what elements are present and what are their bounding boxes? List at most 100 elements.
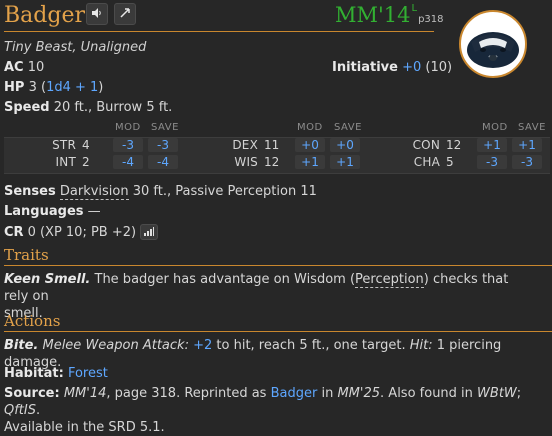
header-divider xyxy=(4,31,434,32)
source-also: . Also found in xyxy=(380,386,473,401)
actions-divider xyxy=(4,331,552,332)
source-code: MM'14 xyxy=(335,3,411,27)
source-book: MM'14 xyxy=(63,386,107,401)
speaker-icon xyxy=(91,7,103,22)
stat-save-roll[interactable]: +1 xyxy=(512,138,542,152)
reprint-book: MM'25 xyxy=(337,386,381,401)
speak-button[interactable] xyxy=(86,3,108,25)
stat-int: INT 2 -4 -4 xyxy=(4,155,186,172)
stat-value: 5 xyxy=(446,155,454,169)
creature-name: Badger xyxy=(4,3,85,28)
stat-name: CON xyxy=(412,138,440,152)
creature-portrait[interactable] xyxy=(459,10,527,78)
reprint-link[interactable]: Badger xyxy=(271,386,318,401)
stat-value: 11 xyxy=(264,138,280,152)
hp-dice-roll[interactable]: 1d4 + 1 xyxy=(46,80,98,95)
stat-name: WIS xyxy=(234,155,258,169)
attack-reach: to hit, reach 5 ft., one target. xyxy=(216,338,406,353)
stat-block-con-cha: CON 12 +1 +1 CHA 5 -3 -3 xyxy=(368,137,550,174)
actions-heading: Actions xyxy=(4,312,61,330)
initiative-roll[interactable]: +0 xyxy=(402,60,421,75)
qftis-book: QftIS xyxy=(4,403,36,418)
stat-value: 12 xyxy=(446,138,462,152)
mod-header-3: MOD xyxy=(482,122,508,133)
stat-con: CON 12 +1 +1 xyxy=(368,138,550,155)
ability-scores: STR 4 -3 -3 INT 2 -4 -4 DEX 11 +0 +0 WIS… xyxy=(4,137,552,174)
cr-label: CR xyxy=(4,224,24,240)
traits-divider xyxy=(4,265,552,266)
languages-label: Languages xyxy=(4,204,84,219)
habitat: Habitat: Forest xyxy=(4,366,108,381)
stat-mod-roll[interactable]: +1 xyxy=(295,155,325,169)
bar-chart-icon xyxy=(144,226,155,239)
source-page: p318 xyxy=(418,14,444,25)
srd-note: Available in the SRD 5.1. xyxy=(4,420,165,435)
share-icon xyxy=(119,7,131,22)
cr-value: 0 (XP 10; PB +2) xyxy=(27,224,137,240)
stat-str: STR 4 -3 -3 xyxy=(4,138,186,155)
stat-save-roll[interactable]: -3 xyxy=(148,138,178,152)
senses-label: Senses xyxy=(4,184,56,199)
ac-value: 10 xyxy=(27,60,45,75)
stat-value: 12 xyxy=(264,155,280,169)
darkvision-link[interactable]: Darkvision xyxy=(59,184,129,200)
stat-mod-roll[interactable]: -3 xyxy=(113,138,143,152)
stat-save-roll[interactable]: -4 xyxy=(148,155,178,169)
speed-label: Speed xyxy=(4,100,50,115)
to-hit-roll[interactable]: +2 xyxy=(193,338,212,353)
stat-wis: WIS 12 +1 +1 xyxy=(186,155,368,172)
hit-points: HP 3 (1d4 + 1) xyxy=(4,80,104,95)
traits-heading: Traits xyxy=(4,246,49,264)
cr-scaler-button[interactable] xyxy=(140,224,159,240)
senses: Senses Darkvision 30 ft., Passive Percep… xyxy=(4,184,317,200)
stat-dex: DEX 11 +0 +0 xyxy=(186,138,368,155)
hit-label: Hit: xyxy=(409,338,433,353)
wbtw-book: WBtW xyxy=(477,386,517,401)
stat-name: DEX xyxy=(232,138,258,152)
stat-mod-roll[interactable]: -3 xyxy=(477,155,507,169)
habitat-link[interactable]: Forest xyxy=(68,366,108,381)
type-line: Tiny Beast, Unaligned xyxy=(4,40,147,55)
source-sup: L xyxy=(411,3,418,14)
source-label: Source: xyxy=(4,386,60,401)
stat-mod-roll[interactable]: +1 xyxy=(477,138,507,152)
ac-label: AC xyxy=(4,60,24,75)
hp-label: HP xyxy=(4,80,25,95)
stat-value: 4 xyxy=(82,138,90,152)
attack-type: Melee Weapon Attack: xyxy=(42,338,189,353)
save-header-2: SAVE xyxy=(334,122,362,133)
languages: Languages — xyxy=(4,204,101,219)
source-end: . xyxy=(36,403,41,418)
stat-name: INT xyxy=(55,155,76,169)
perception-link[interactable]: Perception xyxy=(355,272,424,288)
stat-value: 2 xyxy=(82,155,90,169)
save-header-3: SAVE xyxy=(518,122,546,133)
stat-cha: CHA 5 -3 -3 xyxy=(368,155,550,172)
mod-header-1: MOD xyxy=(115,122,141,133)
stat-mod-roll[interactable]: -4 xyxy=(113,155,143,169)
source-tag[interactable]: MM'14Lp318 xyxy=(335,3,444,29)
stat-save-roll[interactable]: +0 xyxy=(330,138,360,152)
badger-portrait-image xyxy=(467,32,519,68)
initiative-paren: (10) xyxy=(425,60,453,75)
stat-block-dex-wis: DEX 11 +0 +0 WIS 12 +1 +1 xyxy=(186,137,368,174)
keen-smell-name: Keen Smell. xyxy=(4,272,91,287)
save-header-1: SAVE xyxy=(151,122,179,133)
stat-name: CHA xyxy=(413,155,440,169)
speed-value: 20 ft., Burrow 5 ft. xyxy=(53,100,173,115)
hp-value: 3 xyxy=(28,80,37,95)
source-page-text: , page 318. Reprinted as xyxy=(106,386,267,401)
languages-value: — xyxy=(87,204,101,219)
stat-mod-roll[interactable]: +0 xyxy=(295,138,325,152)
initiative: Initiative +0 (10) xyxy=(332,60,452,75)
stat-block-str-int: STR 4 -3 -3 INT 2 -4 -4 xyxy=(4,137,186,174)
challenge-rating: CR 0 (XP 10; PB +2) xyxy=(4,224,159,240)
habitat-label: Habitat: xyxy=(4,366,64,381)
share-button[interactable] xyxy=(114,3,136,25)
initiative-label: Initiative xyxy=(332,60,398,75)
stat-save-roll[interactable]: -3 xyxy=(512,155,542,169)
bite-name: Bite. xyxy=(4,338,39,353)
source-in: in xyxy=(321,386,334,401)
stat-save-roll[interactable]: +1 xyxy=(330,155,360,169)
keen-smell-trait: Keen Smell. The badger has advantage on … xyxy=(4,271,534,322)
